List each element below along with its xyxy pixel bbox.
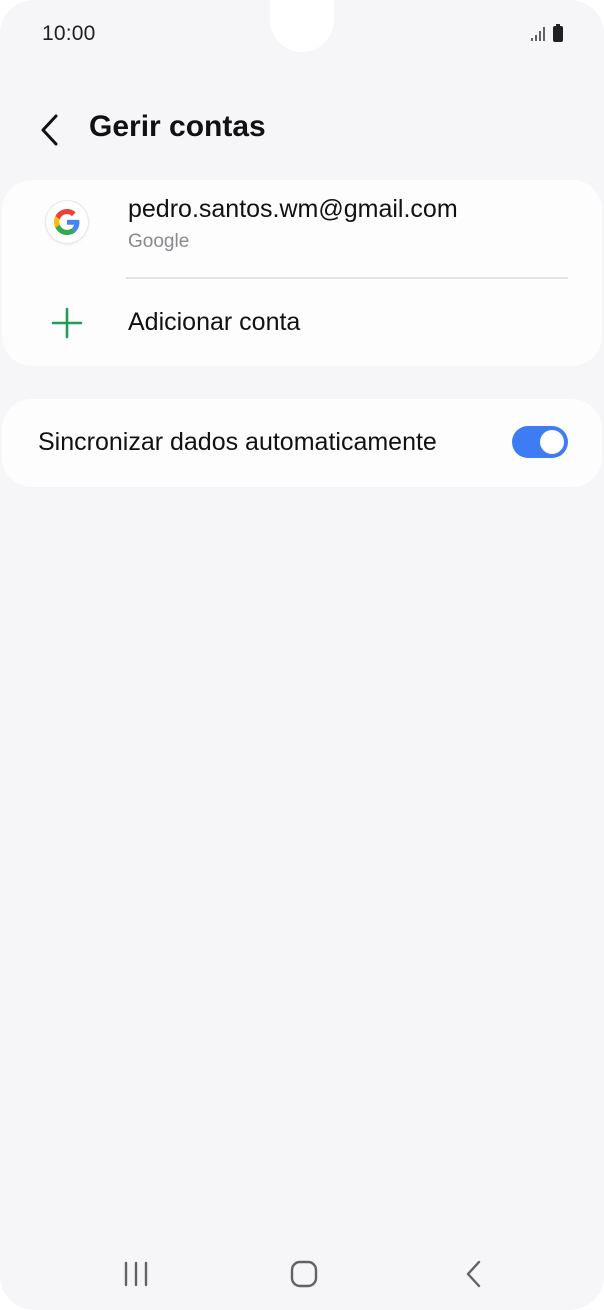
chevron-left-icon [41,114,58,146]
sync-label: Sincronizar dados automaticamente [38,428,437,456]
back-icon [466,1260,481,1288]
add-account-label: Adicionar conta [128,308,301,336]
account-item-google[interactable]: pedro.santos.wm@gmail.com Google [2,180,602,276]
account-email: pedro.santos.wm@gmail.com [128,195,458,223]
app-header: Gerir contas [0,100,604,160]
screen: 10:00 Gerir contas pedro.santos.wm@gmail… [0,0,604,1310]
sync-toggle[interactable] [512,426,568,458]
home-icon [290,1260,318,1288]
add-account-button[interactable]: Adicionar conta [2,280,602,366]
plus-icon [51,307,83,339]
accounts-card: pedro.santos.wm@gmail.com Google Adicion… [2,180,602,366]
camera-notch [270,0,334,52]
status-icons [530,24,564,42]
battery-icon [553,24,563,42]
status-time: 10:00 [42,22,96,45]
account-provider: Google [128,231,190,252]
recent-apps-icon [124,1261,148,1287]
signal-icon [531,27,545,41]
home-button[interactable] [274,1254,334,1294]
nav-back-button[interactable] [444,1254,504,1294]
recent-apps-button[interactable] [106,1254,166,1294]
divider [126,277,568,279]
google-logo-icon [46,201,88,243]
navigation-bar [0,1240,604,1306]
toggle-knob [540,430,564,454]
back-button[interactable] [30,108,70,152]
sync-card: Sincronizar dados automaticamente [2,399,602,487]
page-title: Gerir contas [89,110,266,143]
